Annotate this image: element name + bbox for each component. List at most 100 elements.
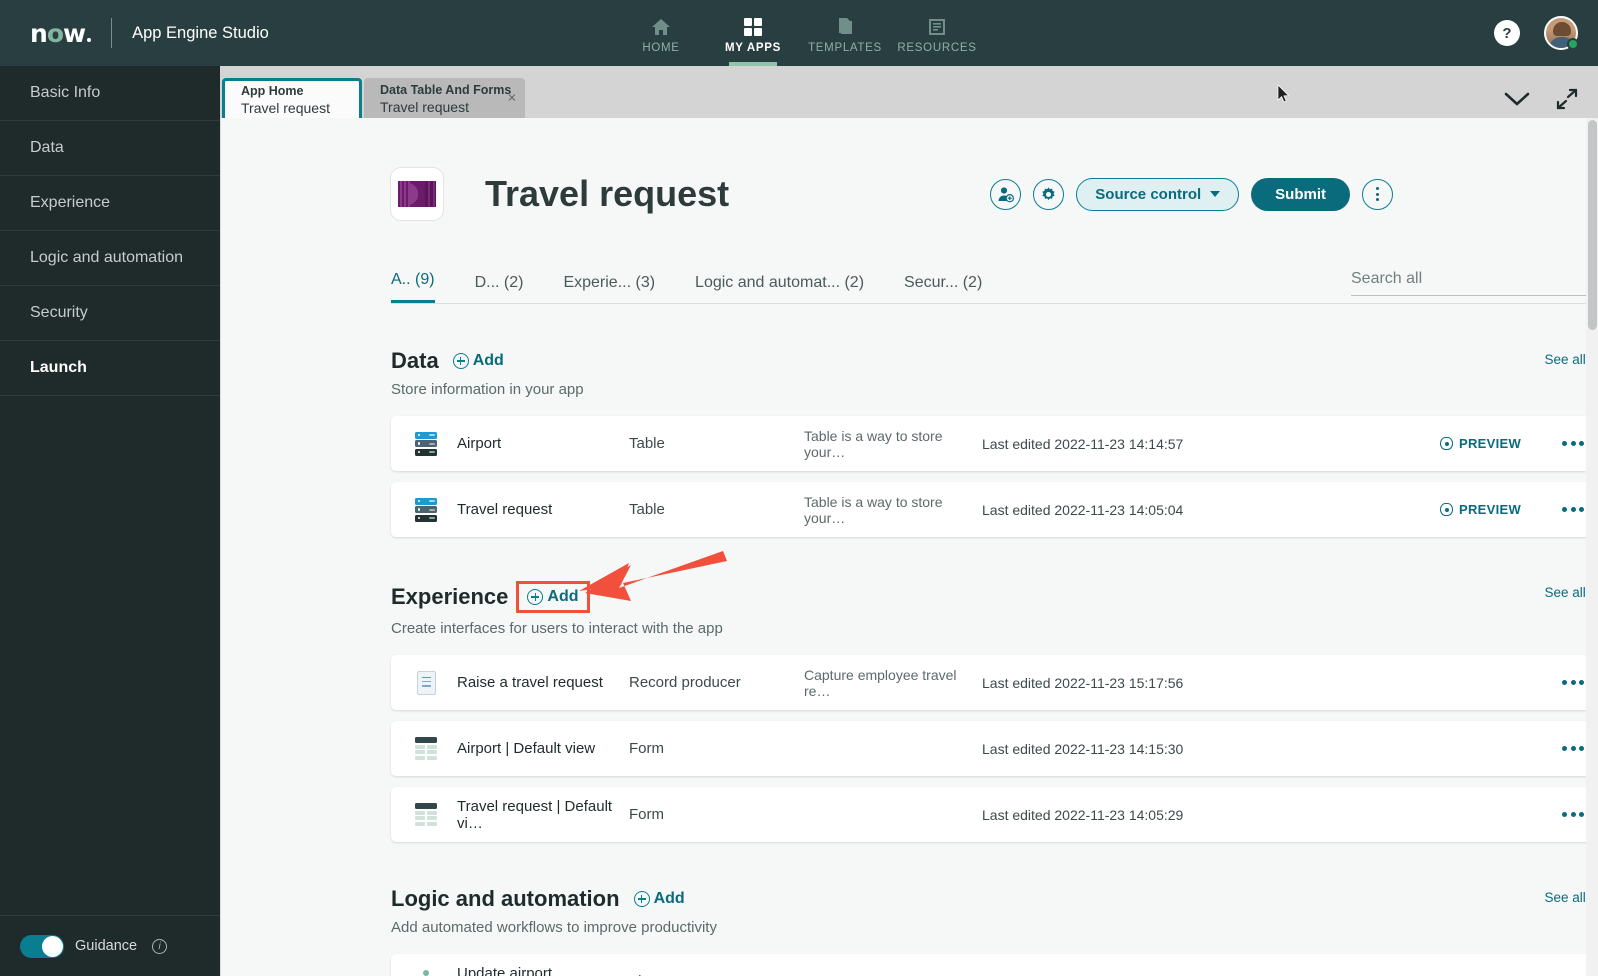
- section-data: Data Add Store information in your app S…: [391, 348, 1598, 537]
- sidebar: Basic Info Data Experience Logic and aut…: [0, 66, 220, 976]
- expand-icon[interactable]: [1556, 88, 1578, 110]
- add-label: Add: [547, 588, 579, 605]
- scrollbar-track[interactable]: [1586, 118, 1598, 976]
- sidebar-item-launch[interactable]: Launch: [0, 341, 220, 396]
- grid-icon: [744, 17, 762, 36]
- book-icon: [929, 18, 945, 35]
- app-header: Travel request Source control Submit: [391, 168, 1598, 220]
- table-row[interactable]: Update airport information Flow Last edi…: [391, 954, 1598, 976]
- guidance-toggle[interactable]: [20, 934, 64, 958]
- settings-button[interactable]: [1033, 178, 1065, 210]
- home-icon: [652, 18, 670, 35]
- row-name: Update airport information: [457, 964, 553, 976]
- sidebar-item-logic-and-automation[interactable]: Logic and automation: [0, 231, 220, 286]
- data-row-list: Airport Table Table is a way to store yo…: [391, 416, 1598, 537]
- content-area: Travel request Source control Submit A..…: [220, 118, 1598, 976]
- tab-security[interactable]: Secur... (2): [904, 274, 982, 303]
- eye-icon: [1440, 503, 1453, 516]
- nav-item-templates[interactable]: TEMPLATES: [799, 0, 891, 66]
- add-label: Add: [472, 352, 504, 369]
- add-experience-button[interactable]: Add: [516, 581, 590, 613]
- add-user-button[interactable]: [990, 178, 1022, 210]
- search-input[interactable]: [1351, 270, 1591, 288]
- top-right-controls: ?: [1494, 16, 1579, 50]
- now-logo[interactable]: now: [30, 21, 92, 46]
- source-control-label: Source control: [1095, 185, 1202, 203]
- close-icon[interactable]: ×: [508, 91, 517, 106]
- eye-icon: [1440, 437, 1453, 450]
- section-title: Data: [391, 348, 439, 373]
- info-icon[interactable]: i: [152, 938, 168, 954]
- section-title: Logic and automation: [391, 886, 620, 911]
- row-more-button[interactable]: [1550, 746, 1584, 751]
- plus-circle-icon: [527, 589, 544, 605]
- table-row[interactable]: Travel request | Default vi… Form Last e…: [391, 787, 1598, 842]
- row-more-button[interactable]: [1550, 680, 1584, 685]
- submit-button[interactable]: Submit: [1251, 177, 1350, 211]
- tab-logic-and-automation[interactable]: Logic and automat... (2): [695, 274, 864, 303]
- add-logic-button[interactable]: Add: [633, 890, 685, 908]
- tab-title: App Home: [241, 84, 304, 99]
- row-type: Form: [629, 740, 664, 757]
- sidebar-label: Basic Info: [30, 84, 101, 101]
- avatar[interactable]: [1544, 16, 1579, 50]
- nav-item-home[interactable]: HOME: [615, 0, 707, 66]
- sidebar-label: Data: [30, 139, 64, 156]
- source-control-button[interactable]: Source control: [1076, 177, 1240, 211]
- tab-data-table-and-forms[interactable]: Data Table And Forms Travel request ×: [364, 78, 526, 118]
- sidebar-label: Experience: [30, 194, 111, 211]
- nav-label-templates: TEMPLATES: [808, 41, 882, 54]
- kebab-icon-dot: [1376, 192, 1379, 196]
- row-name: Raise a travel request: [457, 674, 603, 691]
- add-data-button[interactable]: Add: [452, 352, 504, 370]
- plus-circle-icon: [452, 353, 469, 369]
- row-more-button[interactable]: [1550, 812, 1584, 817]
- tab-title: Data Table And Forms: [380, 82, 512, 97]
- section-subtitle: Store information in your app: [391, 381, 584, 398]
- section-title: Experience: [391, 584, 509, 609]
- sidebar-item-data[interactable]: Data: [0, 121, 220, 176]
- row-more-button[interactable]: [1550, 441, 1584, 446]
- sidebar-label: Security: [30, 304, 88, 321]
- form-icon: [413, 737, 439, 761]
- preview-button[interactable]: PREVIEW: [1440, 436, 1550, 451]
- sidebar-item-basic-info[interactable]: Basic Info: [0, 66, 220, 121]
- nav-item-resources[interactable]: RESOURCES: [891, 0, 983, 66]
- row-last-edited: Last edited 2022-11-23 14:05:04: [982, 501, 1184, 518]
- table-row[interactable]: Airport | Default view Form Last edited …: [391, 721, 1598, 776]
- sidebar-item-security[interactable]: Security: [0, 286, 220, 341]
- tab-all[interactable]: A.. (9): [391, 271, 435, 303]
- help-icon[interactable]: ?: [1494, 20, 1520, 46]
- body: Basic Info Data Experience Logic and aut…: [0, 66, 1598, 976]
- top-bar: now App Engine Studio HOME MY APPS TEMPL…: [0, 0, 1598, 66]
- row-type: Table: [629, 435, 665, 452]
- copy-icon: [839, 17, 852, 34]
- tab-app-home[interactable]: App Home Travel request: [222, 78, 362, 118]
- more-options-button[interactable]: [1362, 178, 1393, 210]
- tab-experience[interactable]: Experie... (3): [563, 274, 655, 303]
- nav-label-my-apps: MY APPS: [724, 41, 782, 54]
- table-row[interactable]: Airport Table Table is a way to store yo…: [391, 416, 1598, 471]
- table-row[interactable]: Raise a travel request Record producer C…: [391, 655, 1598, 710]
- app-icon-graphic: [398, 181, 436, 207]
- section-header: Data Add: [391, 348, 1598, 374]
- row-name: Airport | Default view: [457, 740, 596, 757]
- kebab-icon-dot: [1376, 198, 1379, 201]
- nav-item-my-apps[interactable]: MY APPS: [707, 0, 799, 66]
- form-icon: [413, 803, 439, 827]
- row-last-edited: Last edited 2022-11-23 14:15:30: [982, 740, 1184, 757]
- tab-strip: App Home Travel request Data Table And F…: [220, 66, 1598, 118]
- search-box: [1351, 270, 1598, 296]
- row-description: Table is a way to store your…: [804, 427, 943, 460]
- row-more-button[interactable]: [1550, 507, 1584, 512]
- tab-strip-controls: [1504, 88, 1578, 110]
- preview-button[interactable]: PREVIEW: [1440, 502, 1550, 517]
- scrollbar-thumb[interactable]: [1588, 120, 1597, 330]
- table-row[interactable]: Travel request Table Table is a way to s…: [391, 482, 1598, 537]
- tab-data[interactable]: D... (2): [475, 274, 524, 303]
- chevron-down-icon[interactable]: [1504, 91, 1530, 107]
- guidance-label: Guidance: [75, 938, 138, 954]
- sidebar-item-experience[interactable]: Experience: [0, 176, 220, 231]
- row-description: Table is a way to store your…: [804, 493, 943, 526]
